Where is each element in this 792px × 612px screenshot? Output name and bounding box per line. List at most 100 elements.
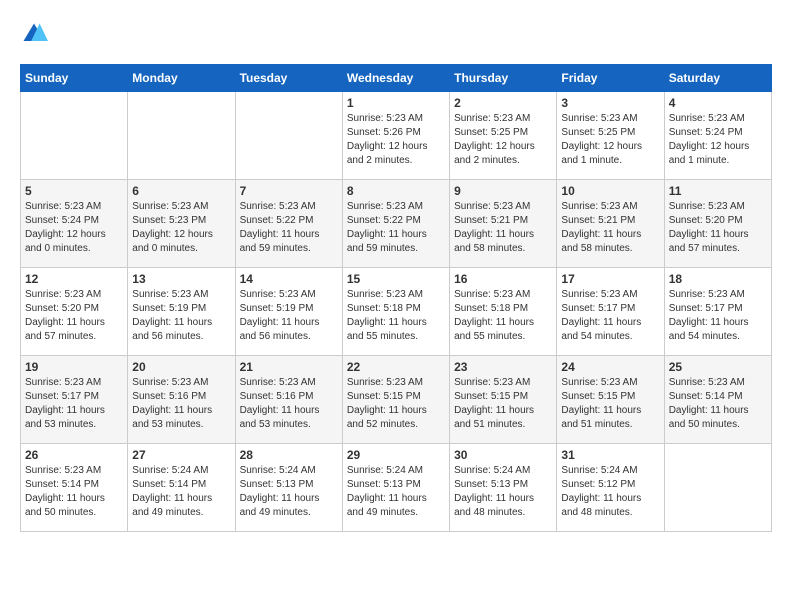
cell-content: Sunrise: 5:24 AMSunset: 5:12 PMDaylight:… <box>561 464 659 520</box>
cell-content: Sunrise: 5:23 AMSunset: 5:24 PMDaylight:… <box>669 112 767 168</box>
calendar-cell: 10Sunrise: 5:23 AMSunset: 5:21 PMDayligh… <box>557 180 664 268</box>
calendar-week-row: 26 Sunrise: 5:23 AMSunset: 5:14 PMDayligh… <box>21 444 772 532</box>
cell-content: Sunrise: 5:23 AMSunset: 5:21 PMDaylight:… <box>561 200 659 256</box>
cell-content: Sunrise: 5:23 AMSunset: 5:25 PMDaylight:… <box>454 112 552 168</box>
calendar-week-row: 19Sunrise: 5:23 AMSunset: 5:17 PMDayligh… <box>21 356 772 444</box>
calendar-cell: 21 Sunrise: 5:23 AMSunset: 5:16 PMDayligh… <box>235 356 342 444</box>
calendar-day-header: Sunday <box>21 65 128 92</box>
day-number: 21 <box>240 360 338 374</box>
calendar-week-row: 12 Sunrise: 5:23 AMSunset: 5:20 PMDayligh… <box>21 268 772 356</box>
cell-content: Sunrise: 5:24 AMSunset: 5:13 PMDaylight:… <box>347 464 445 520</box>
calendar-cell: 8 Sunrise: 5:23 AMSunset: 5:22 PMDaylight… <box>342 180 449 268</box>
cell-content: Sunrise: 5:23 AMSunset: 5:16 PMDaylight:… <box>240 376 338 432</box>
calendar-cell: 17 Sunrise: 5:23 AMSunset: 5:17 PMDayligh… <box>557 268 664 356</box>
calendar-day-header: Friday <box>557 65 664 92</box>
day-number: 4 <box>669 96 767 110</box>
day-number: 15 <box>347 272 445 286</box>
cell-content: Sunrise: 5:23 AMSunset: 5:15 PMDaylight:… <box>454 376 552 432</box>
calendar-cell: 31 Sunrise: 5:24 AMSunset: 5:12 PMDayligh… <box>557 444 664 532</box>
cell-content: Sunrise: 5:23 AMSunset: 5:16 PMDaylight:… <box>132 376 230 432</box>
cell-content: Sunrise: 5:23 AMSunset: 5:20 PMDaylight:… <box>669 200 767 256</box>
calendar-cell <box>664 444 771 532</box>
cell-content: Sunrise: 5:23 AMSunset: 5:14 PMDaylight:… <box>25 464 123 520</box>
cell-content: Sunrise: 5:23 AMSunset: 5:18 PMDaylight:… <box>454 288 552 344</box>
calendar-day-header: Thursday <box>450 65 557 92</box>
calendar-cell: 29 Sunrise: 5:24 AMSunset: 5:13 PMDayligh… <box>342 444 449 532</box>
calendar-cell: 26 Sunrise: 5:23 AMSunset: 5:14 PMDayligh… <box>21 444 128 532</box>
calendar-cell: 28 Sunrise: 5:24 AMSunset: 5:13 PMDayligh… <box>235 444 342 532</box>
calendar-cell: 20Sunrise: 5:23 AMSunset: 5:16 PMDayligh… <box>128 356 235 444</box>
calendar-week-row: 1Sunrise: 5:23 AMSunset: 5:26 PMDaylight… <box>21 92 772 180</box>
calendar-day-header: Monday <box>128 65 235 92</box>
calendar-cell <box>235 92 342 180</box>
day-number: 12 <box>25 272 123 286</box>
cell-content: Sunrise: 5:23 AMSunset: 5:19 PMDaylight:… <box>132 288 230 344</box>
cell-content: Sunrise: 5:23 AMSunset: 5:18 PMDaylight:… <box>347 288 445 344</box>
day-number: 18 <box>669 272 767 286</box>
calendar-cell: 22 Sunrise: 5:23 AMSunset: 5:15 PMDayligh… <box>342 356 449 444</box>
day-number: 3 <box>561 96 659 110</box>
day-number: 9 <box>454 184 552 198</box>
page-header <box>20 20 772 48</box>
calendar-cell: 5 Sunrise: 5:23 AMSunset: 5:24 PMDaylight… <box>21 180 128 268</box>
day-number: 1 <box>347 96 445 110</box>
day-number: 29 <box>347 448 445 462</box>
day-number: 17 <box>561 272 659 286</box>
calendar-day-header: Saturday <box>664 65 771 92</box>
cell-content: Sunrise: 5:23 AMSunset: 5:23 PMDaylight:… <box>132 200 230 256</box>
calendar-cell: 7Sunrise: 5:23 AMSunset: 5:22 PMDaylight… <box>235 180 342 268</box>
logo-icon <box>20 20 48 48</box>
cell-content: Sunrise: 5:24 AMSunset: 5:13 PMDaylight:… <box>454 464 552 520</box>
calendar-cell: 27 Sunrise: 5:24 AMSunset: 5:14 PMDayligh… <box>128 444 235 532</box>
day-number: 14 <box>240 272 338 286</box>
day-number: 8 <box>347 184 445 198</box>
cell-content: Sunrise: 5:23 AMSunset: 5:22 PMDaylight:… <box>347 200 445 256</box>
day-number: 2 <box>454 96 552 110</box>
calendar-cell: 19Sunrise: 5:23 AMSunset: 5:17 PMDayligh… <box>21 356 128 444</box>
calendar-cell: 25 Sunrise: 5:23 AMSunset: 5:14 PMDayligh… <box>664 356 771 444</box>
day-number: 27 <box>132 448 230 462</box>
calendar-cell: 24 Sunrise: 5:23 AMSunset: 5:15 PMDayligh… <box>557 356 664 444</box>
day-number: 13 <box>132 272 230 286</box>
cell-content: Sunrise: 5:23 AMSunset: 5:14 PMDaylight:… <box>669 376 767 432</box>
day-number: 24 <box>561 360 659 374</box>
day-number: 6 <box>132 184 230 198</box>
day-number: 31 <box>561 448 659 462</box>
day-number: 28 <box>240 448 338 462</box>
cell-content: Sunrise: 5:23 AMSunset: 5:15 PMDaylight:… <box>561 376 659 432</box>
calendar-cell: 30 Sunrise: 5:24 AMSunset: 5:13 PMDayligh… <box>450 444 557 532</box>
cell-content: Sunrise: 5:23 AMSunset: 5:20 PMDaylight:… <box>25 288 123 344</box>
calendar-cell: 12 Sunrise: 5:23 AMSunset: 5:20 PMDayligh… <box>21 268 128 356</box>
cell-content: Sunrise: 5:24 AMSunset: 5:13 PMDaylight:… <box>240 464 338 520</box>
calendar-cell: 1Sunrise: 5:23 AMSunset: 5:26 PMDaylight… <box>342 92 449 180</box>
cell-content: Sunrise: 5:23 AMSunset: 5:17 PMDaylight:… <box>669 288 767 344</box>
day-number: 25 <box>669 360 767 374</box>
cell-content: Sunrise: 5:23 AMSunset: 5:15 PMDaylight:… <box>347 376 445 432</box>
day-number: 30 <box>454 448 552 462</box>
calendar-cell <box>128 92 235 180</box>
calendar-cell: 6 Sunrise: 5:23 AMSunset: 5:23 PMDaylight… <box>128 180 235 268</box>
cell-content: Sunrise: 5:23 AMSunset: 5:24 PMDaylight:… <box>25 200 123 256</box>
day-number: 26 <box>25 448 123 462</box>
day-number: 11 <box>669 184 767 198</box>
logo <box>20 20 52 48</box>
calendar-cell: 3 Sunrise: 5:23 AMSunset: 5:25 PMDaylight… <box>557 92 664 180</box>
cell-content: Sunrise: 5:23 AMSunset: 5:25 PMDaylight:… <box>561 112 659 168</box>
calendar-cell: 2 Sunrise: 5:23 AMSunset: 5:25 PMDaylight… <box>450 92 557 180</box>
calendar-cell: 4 Sunrise: 5:23 AMSunset: 5:24 PMDaylight… <box>664 92 771 180</box>
cell-content: Sunrise: 5:24 AMSunset: 5:14 PMDaylight:… <box>132 464 230 520</box>
calendar-cell: 11 Sunrise: 5:23 AMSunset: 5:20 PMDayligh… <box>664 180 771 268</box>
day-number: 22 <box>347 360 445 374</box>
calendar-cell: 13 Sunrise: 5:23 AMSunset: 5:19 PMDayligh… <box>128 268 235 356</box>
calendar-cell: 14 Sunrise: 5:23 AMSunset: 5:19 PMDayligh… <box>235 268 342 356</box>
day-number: 5 <box>25 184 123 198</box>
calendar-week-row: 5 Sunrise: 5:23 AMSunset: 5:24 PMDaylight… <box>21 180 772 268</box>
cell-content: Sunrise: 5:23 AMSunset: 5:17 PMDaylight:… <box>561 288 659 344</box>
day-number: 16 <box>454 272 552 286</box>
calendar-cell: 16 Sunrise: 5:23 AMSunset: 5:18 PMDayligh… <box>450 268 557 356</box>
calendar-cell <box>21 92 128 180</box>
calendar-cell: 23Sunrise: 5:23 AMSunset: 5:15 PMDayligh… <box>450 356 557 444</box>
calendar-cell: 15 Sunrise: 5:23 AMSunset: 5:18 PMDayligh… <box>342 268 449 356</box>
cell-content: Sunrise: 5:23 AMSunset: 5:19 PMDaylight:… <box>240 288 338 344</box>
day-number: 19 <box>25 360 123 374</box>
